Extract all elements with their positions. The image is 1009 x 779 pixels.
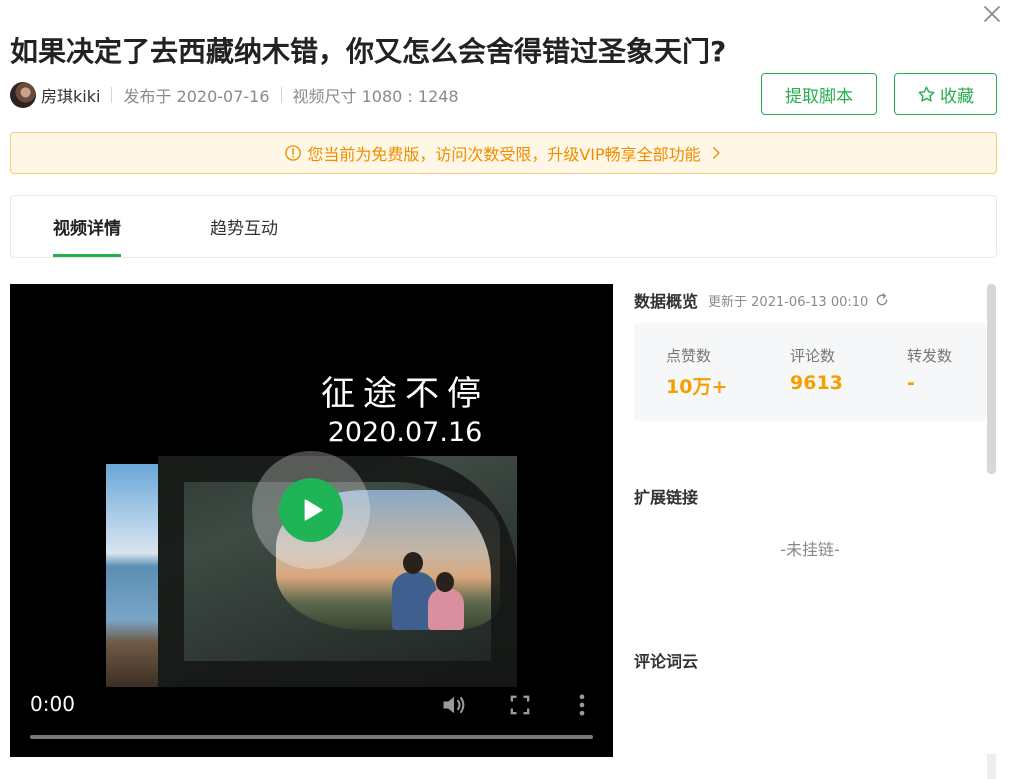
stat-label: 点赞数 — [666, 347, 712, 365]
favorite-button[interactable]: 收藏 — [894, 73, 997, 115]
extract-script-label: 提取脚本 — [785, 86, 853, 107]
stats-box: 点赞数 10万+ 评论数 9613 转发数 - — [634, 323, 986, 421]
video-overlay-title: 征途不停 — [321, 374, 489, 414]
volume-button[interactable] — [440, 691, 468, 719]
page-title: 如果决定了去西藏纳木错，你又怎么会舍得错过圣象天门? — [10, 35, 727, 68]
more-options-button[interactable] — [568, 691, 596, 719]
tab-video-details[interactable]: 视频详情 — [53, 196, 121, 257]
favorite-label: 收藏 — [940, 86, 974, 107]
tab-trend-interaction[interactable]: 趋势互动 — [210, 196, 278, 257]
vip-banner-text: 您当前为免费版，访问次数受限，升级VIP畅享全部功能 — [307, 145, 701, 164]
video-meta: 房琪kiki 发布于 2020-07-16 视频尺寸 1080 : 1248 — [10, 82, 459, 108]
more-vertical-icon — [579, 694, 585, 716]
video-progress-bar[interactable] — [30, 735, 593, 739]
stat-likes: 点赞数 10万+ — [666, 345, 727, 399]
video-overlay-date: 2020.07.16 — [327, 417, 483, 448]
panel-scrollbar[interactable] — [987, 284, 996, 779]
tab-bar: 视频详情 趋势互动 — [10, 195, 997, 258]
video-size: 视频尺寸 1080 : 1248 — [292, 87, 459, 106]
author-name[interactable]: 房琪kiki — [41, 83, 100, 107]
video-thumbnail-lake — [106, 464, 158, 687]
overview-updated-time: 更新于 2021-06-13 00:10 — [708, 294, 869, 310]
overview-title: 数据概览 — [634, 292, 699, 311]
video-current-time: 0:00 — [30, 692, 75, 716]
stat-value: 9613 — [790, 372, 843, 394]
refresh-icon[interactable] — [874, 292, 890, 308]
chevron-right-icon — [712, 147, 720, 159]
extension-links-empty: -未挂链- — [780, 540, 840, 559]
star-icon — [918, 86, 935, 102]
overview-header: 数据概览 更新于 2021-06-13 00:10 — [634, 288, 890, 312]
fullscreen-button[interactable] — [506, 691, 534, 719]
meta-divider — [111, 87, 113, 103]
fullscreen-icon — [510, 695, 530, 715]
info-circle-icon — [285, 145, 302, 161]
comment-word-cloud-title: 评论词云 — [634, 652, 699, 671]
extract-script-button[interactable]: 提取脚本 — [761, 73, 877, 115]
avatar[interactable] — [10, 82, 36, 108]
video-player[interactable]: 征途不停 2020.07.16 0:00 — [10, 284, 613, 757]
publish-date: 发布于 2020-07-16 — [123, 87, 270, 106]
play-button[interactable] — [252, 451, 370, 569]
close-button[interactable] — [980, 2, 1004, 26]
stat-label: 转发数 — [907, 347, 953, 365]
stat-value: 10万+ — [666, 376, 728, 398]
scrollbar-thumb[interactable] — [987, 284, 996, 474]
stat-comments: 评论数 9613 — [790, 345, 843, 394]
stat-label: 评论数 — [790, 347, 836, 365]
stat-shares: 转发数 - — [907, 345, 952, 394]
volume-icon — [443, 696, 465, 714]
close-icon — [984, 6, 1000, 22]
vip-upgrade-banner[interactable]: 您当前为免费版，访问次数受限，升级VIP畅享全部功能 — [10, 132, 997, 174]
extension-links-title: 扩展链接 — [634, 488, 699, 507]
meta-divider — [280, 87, 282, 103]
video-overlay-caption: 征途不停 2020.07.16 — [315, 366, 495, 448]
stat-value: - — [907, 372, 915, 394]
play-icon — [304, 499, 323, 521]
